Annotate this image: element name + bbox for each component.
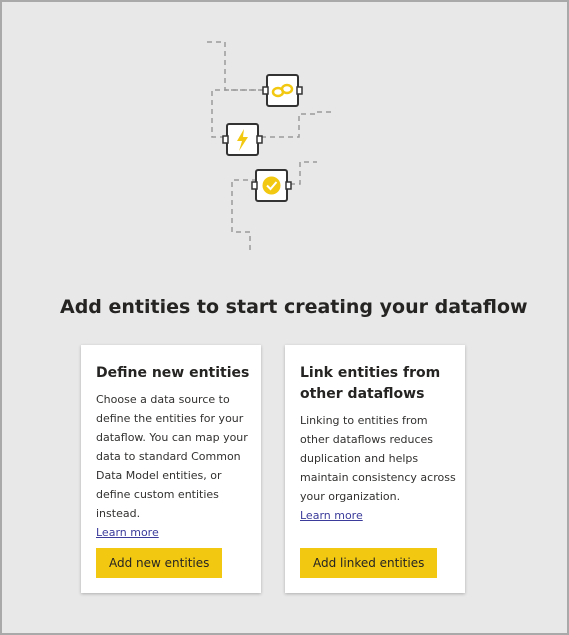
card-title: Define new entities bbox=[96, 365, 250, 381]
lightning-icon bbox=[222, 123, 263, 156]
card-description: Choose a data source to define the entit… bbox=[96, 390, 256, 542]
learn-more-link[interactable]: Learn more bbox=[96, 523, 159, 542]
card-description-text: Linking to entities from other dataflows… bbox=[300, 414, 456, 503]
card-description: Linking to entities from other dataflows… bbox=[300, 411, 460, 525]
define-new-entities-card: Define new entities Choose a data source… bbox=[81, 345, 261, 593]
add-new-entities-button[interactable]: Add new entities bbox=[96, 548, 223, 578]
learn-more-link[interactable]: Learn more bbox=[300, 506, 363, 525]
card-title: Link entities from other dataflows bbox=[300, 365, 441, 402]
link-icon bbox=[262, 74, 303, 107]
card-description-text: Choose a data source to define the entit… bbox=[96, 393, 248, 520]
dataflow-illustration bbox=[207, 41, 335, 252]
dataflow-empty-state-panel: Add entities to start creating your data… bbox=[0, 0, 569, 635]
link-entities-card: Link entities from other dataflows Linki… bbox=[285, 345, 465, 593]
page-title: Add entities to start creating your data… bbox=[60, 296, 528, 318]
check-badge-icon bbox=[251, 169, 292, 202]
add-linked-entities-button[interactable]: Add linked entities bbox=[300, 548, 438, 578]
